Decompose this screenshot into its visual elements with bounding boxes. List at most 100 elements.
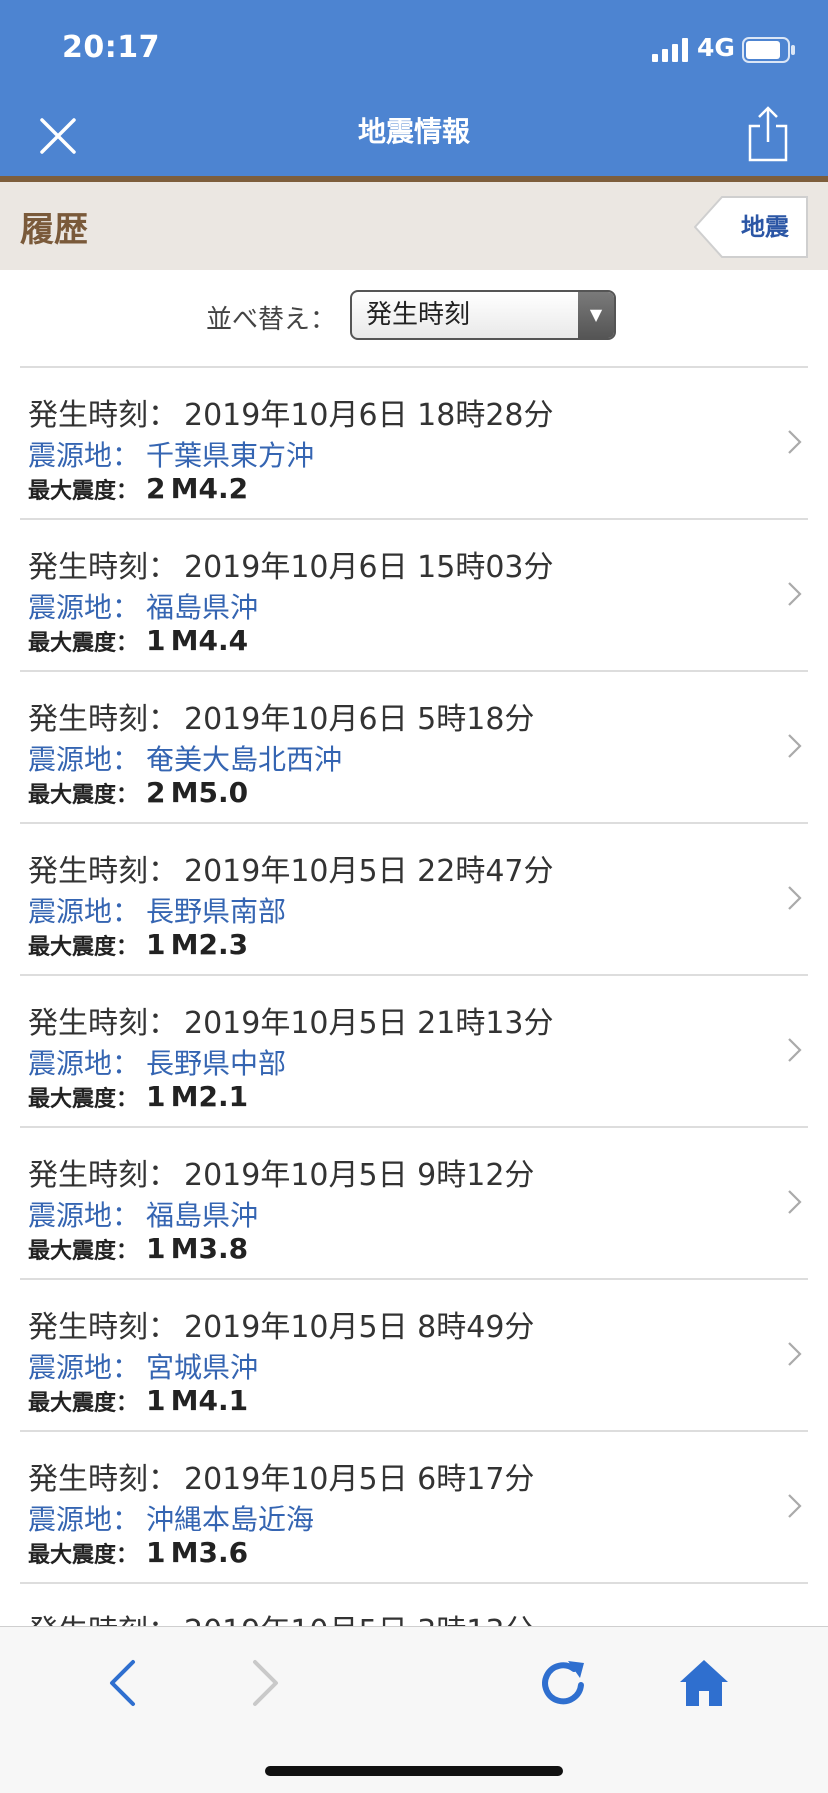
occurrence-time: 発生時刻： 2019年10月5日 21時13分 [28, 998, 554, 1042]
magnitude-value: M3.8 [170, 1232, 249, 1265]
chevron-right-icon [788, 1342, 802, 1366]
time-value: 2019年10月5日 21時13分 [184, 1006, 554, 1041]
sort-select[interactable]: 発生時刻 ▼ [350, 290, 616, 340]
time-value: 2019年10月5日 22時47分 [184, 854, 554, 889]
time-label: 発生時刻： [28, 854, 178, 889]
list-item[interactable]: 発生時刻： 2019年10月6日 15時03分 震源地： 福島県沖 最大震度： 1 M… [20, 520, 808, 672]
intensity-label: 最大震度： [28, 1239, 139, 1264]
home-button[interactable] [674, 1653, 734, 1713]
section-title: 履歴 [20, 210, 88, 250]
occurrence-time: 発生時刻： 2019年10月5日 22時47分 [28, 846, 554, 890]
intensity-value: 1 [146, 1080, 166, 1113]
max-intensity: 最大震度： 1 M4.1 [28, 1384, 248, 1417]
intensity-label: 最大震度： [28, 1391, 139, 1416]
epicenter: 震源地： 長野県南部 [28, 890, 286, 930]
list-item[interactable]: 発生時刻： 2019年10月6日 5時18分 震源地： 奄美大島北西沖 最大震度： 2… [20, 672, 808, 824]
time-label: 発生時刻： [28, 1462, 178, 1497]
intensity-label: 最大震度： [28, 479, 139, 504]
intensity-label: 最大震度： [28, 935, 139, 960]
list-item[interactable]: 発生時刻： 2019年10月6日 18時28分 震源地： 千葉県東方沖 最大震度： 2… [20, 368, 808, 520]
epicenter-value: 奄美大島北西沖 [146, 743, 343, 776]
reload-button[interactable] [534, 1653, 594, 1713]
time-value: 2019年10月5日 8時49分 [184, 1310, 535, 1345]
time-label: 発生時刻： [28, 398, 178, 433]
occurrence-time: 発生時刻： 2019年10月5日 6時17分 [28, 1454, 534, 1498]
home-icon [680, 1660, 728, 1706]
epicenter-value: 宮城県沖 [146, 1351, 259, 1384]
epicenter: 震源地： 沖縄本島近海 [28, 1498, 314, 1538]
history-header: 履歴 地震 [0, 182, 828, 270]
network-type: 4G [697, 33, 735, 62]
time-value: 2019年10月6日 5時18分 [184, 702, 535, 737]
list-item[interactable]: 発生時刻： 2019年10月5日 9時12分 震源地： 福島県沖 最大震度： 1 M3… [20, 1128, 808, 1280]
epicenter-label: 震源地： [28, 1047, 141, 1080]
earthquake-tag-label: 地震 [741, 213, 789, 241]
sort-bar: 並べ替え： 発生時刻 ▼ [0, 270, 828, 366]
back-button[interactable] [92, 1653, 152, 1713]
forward-arrow-icon [253, 1660, 278, 1706]
intensity-value: 2 [146, 472, 166, 505]
intensity-label: 最大震度： [28, 1087, 139, 1112]
list-item[interactable]: 発生時刻： 2019年10月5日 8時49分 震源地： 宮城県沖 最大震度： 1 M4… [20, 1280, 808, 1432]
status-time: 20:17 [62, 30, 160, 65]
chevron-right-icon [788, 886, 802, 910]
epicenter-label: 震源地： [28, 1503, 141, 1536]
epicenter-label: 震源地： [28, 591, 141, 624]
chevron-right-icon [788, 582, 802, 606]
max-intensity: 最大震度： 2 M5.0 [28, 776, 248, 809]
reload-icon [542, 1661, 584, 1705]
chevron-right-icon [788, 1038, 802, 1062]
time-value: 2019年10月6日 18時28分 [184, 398, 554, 433]
magnitude-value: M3.6 [170, 1536, 249, 1569]
epicenter-label: 震源地： [28, 439, 141, 472]
share-icon [748, 106, 788, 162]
list-item[interactable]: 発生時刻： 2019年10月5日 21時13分 震源地： 長野県中部 最大震度： 1 … [20, 976, 808, 1128]
earthquake-tag-button[interactable]: 地震 [694, 196, 808, 258]
time-label: 発生時刻： [28, 550, 178, 585]
time-value: 2019年10月6日 15時03分 [184, 550, 554, 585]
epicenter: 震源地： 千葉県東方沖 [28, 434, 314, 474]
epicenter-label: 震源地： [28, 1199, 141, 1232]
epicenter: 震源地： 奄美大島北西沖 [28, 738, 342, 778]
sort-value: 発生時刻 [366, 300, 471, 330]
epicenter: 震源地： 福島県沖 [28, 1194, 258, 1234]
sort-label: 並べ替え： [206, 305, 337, 335]
occurrence-time: 発生時刻： 2019年10月6日 5時18分 [28, 694, 534, 738]
home-indicator [265, 1766, 563, 1776]
intensity-value: 1 [146, 624, 166, 657]
magnitude-value: M4.4 [170, 624, 249, 657]
chevron-right-icon [788, 734, 802, 758]
epicenter-value: 沖縄本島近海 [146, 1503, 315, 1536]
epicenter: 震源地： 長野県中部 [28, 1042, 286, 1082]
epicenter-value: 千葉県東方沖 [146, 439, 315, 472]
magnitude-value: M2.1 [170, 1080, 249, 1113]
max-intensity: 最大震度： 1 M2.1 [28, 1080, 248, 1113]
occurrence-time: 発生時刻： 2019年10月5日 9時12分 [28, 1150, 534, 1194]
list-item[interactable]: 発生時刻： 2019年10月5日 6時17分 震源地： 沖縄本島近海 最大震度： 1 … [20, 1432, 808, 1584]
epicenter-label: 震源地： [28, 1351, 141, 1384]
list-item[interactable]: 発生時刻： 2019年10月5日 22時47分 震源地： 長野県南部 最大震度： 1 … [20, 824, 808, 976]
time-label: 発生時刻： [28, 1158, 178, 1193]
back-arrow-icon [110, 1660, 135, 1706]
max-intensity: 最大震度： 1 M4.4 [28, 624, 248, 657]
epicenter-label: 震源地： [28, 743, 141, 776]
max-intensity: 最大震度： 2 M4.2 [28, 472, 248, 505]
occurrence-time: 発生時刻： 2019年10月6日 18時28分 [28, 390, 554, 434]
epicenter-label: 震源地： [28, 895, 141, 928]
intensity-value: 1 [146, 1232, 166, 1265]
time-label: 発生時刻： [28, 1310, 178, 1345]
time-label: 発生時刻： [28, 702, 178, 737]
page-title: 地震情報 [357, 115, 470, 148]
signal-icon [652, 38, 688, 62]
share-button[interactable] [744, 104, 792, 164]
magnitude-value: M2.3 [170, 928, 249, 961]
epicenter-value: 長野県南部 [146, 895, 287, 928]
intensity-value: 1 [146, 928, 166, 961]
max-intensity: 最大震度： 1 M3.8 [28, 1232, 248, 1265]
time-label: 発生時刻： [28, 1006, 178, 1041]
battery-icon [742, 37, 795, 63]
forward-button[interactable] [236, 1653, 296, 1713]
intensity-value: 2 [146, 776, 166, 809]
earthquake-list: 発生時刻： 2019年10月6日 18時28分 震源地： 千葉県東方沖 最大震度： 2… [20, 366, 808, 1736]
epicenter: 震源地： 宮城県沖 [28, 1346, 258, 1386]
